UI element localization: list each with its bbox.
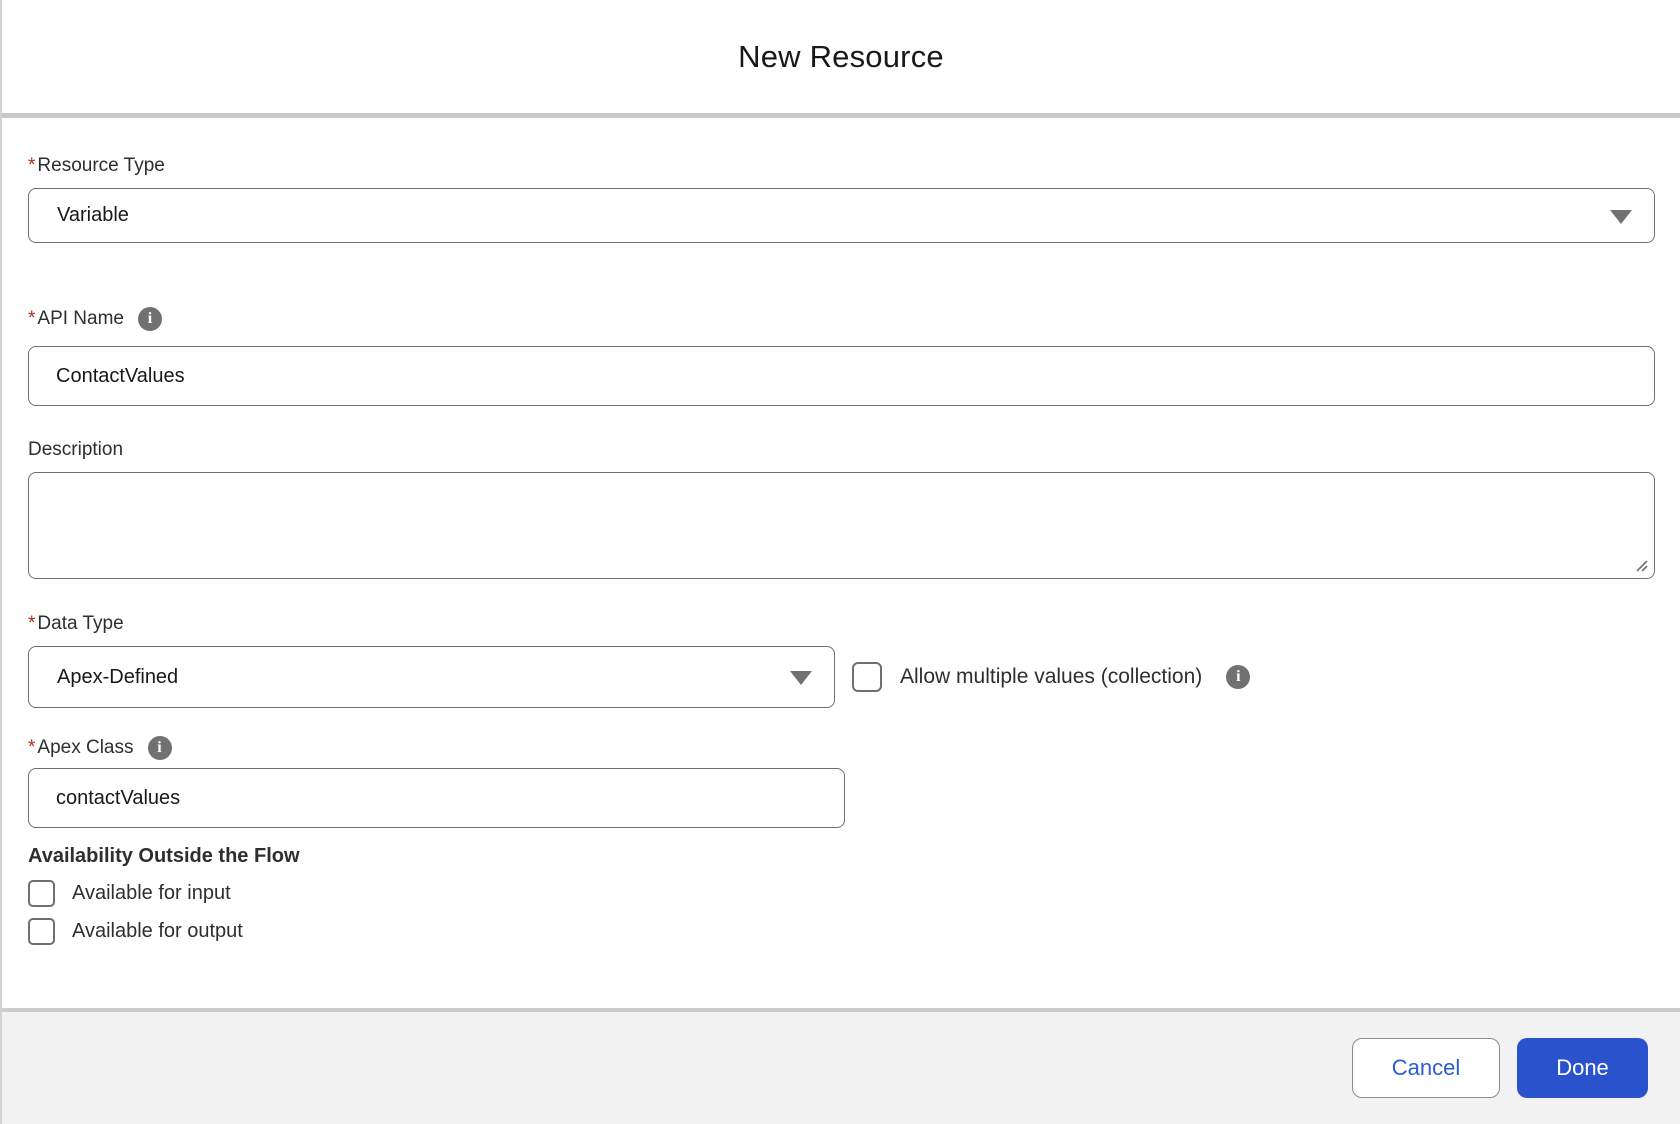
- available-for-input-checkbox[interactable]: [28, 880, 55, 907]
- cancel-button[interactable]: Cancel: [1352, 1038, 1500, 1098]
- chevron-down-icon: [1610, 209, 1632, 224]
- apex-class-input[interactable]: [28, 768, 845, 828]
- data-type-select[interactable]: Apex-Defined: [28, 646, 835, 708]
- data-type-label: * Data Type: [28, 613, 1655, 635]
- allow-multiple-group: Allow multiple values (collection) i: [852, 662, 1251, 692]
- description-textarea[interactable]: [28, 472, 1655, 579]
- allow-multiple-label: Allow multiple values (collection): [900, 665, 1203, 688]
- done-button[interactable]: Done: [1517, 1038, 1648, 1098]
- api-name-label: * API Name i: [28, 307, 1655, 331]
- new-resource-modal: New Resource * Resource Type Variable * AP…: [0, 0, 1680, 1124]
- description-label: Description: [28, 439, 1655, 461]
- modal-body: *Resource Type Variable *API Name i Desc…: [2, 118, 1680, 1008]
- available-for-output-row: Available for output: [28, 918, 1655, 945]
- resource-type-label-text: Resource Type: [37, 155, 165, 176]
- api-name-input[interactable]: [28, 346, 1655, 406]
- required-asterisk: *: [28, 737, 36, 758]
- chevron-down-icon: [790, 671, 812, 685]
- required-asterisk: *: [28, 308, 36, 329]
- data-type-label-text: Data Type: [37, 613, 124, 634]
- apex-class-label: * Apex Class i: [28, 736, 1655, 760]
- description-label-text: Description: [28, 439, 124, 460]
- resource-type-value: Variable: [57, 204, 129, 226]
- available-for-input-label: Available for input: [72, 882, 231, 904]
- allow-multiple-checkbox[interactable]: [852, 662, 882, 692]
- info-icon[interactable]: i: [1226, 665, 1251, 689]
- available-for-output-checkbox[interactable]: [28, 918, 55, 945]
- required-asterisk: *: [28, 155, 36, 176]
- required-asterisk: *: [28, 613, 36, 634]
- data-type-row: Apex-Defined Allow multiple values (coll…: [28, 646, 1655, 708]
- apex-class-label-text: Apex Class: [37, 737, 134, 758]
- availability-heading: Availability Outside the Flow: [28, 845, 300, 867]
- resource-type-label: * Resource Type: [28, 155, 1655, 177]
- modal-footer: Cancel Done: [2, 1012, 1680, 1124]
- info-icon[interactable]: i: [138, 307, 162, 331]
- available-for-output-label: Available for output: [72, 920, 243, 942]
- modal-header: New Resource: [2, 0, 1680, 113]
- api-name-label-text: API Name: [37, 308, 124, 329]
- data-type-value: Apex-Defined: [57, 665, 179, 688]
- available-for-input-row: Available for input: [28, 880, 1655, 907]
- page-title: New Resource: [738, 38, 944, 74]
- resize-handle-icon[interactable]: [1633, 557, 1649, 573]
- info-icon[interactable]: i: [147, 736, 172, 760]
- resource-type-select[interactable]: Variable: [28, 188, 1655, 243]
